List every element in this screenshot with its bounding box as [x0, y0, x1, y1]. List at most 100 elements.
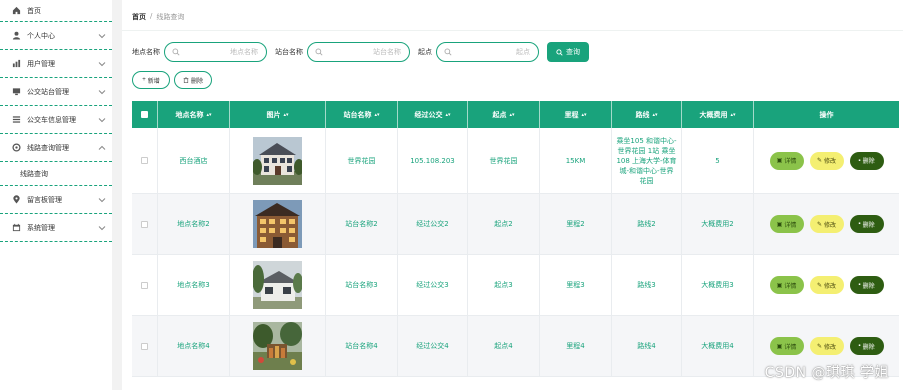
header-label: 图片	[266, 110, 281, 119]
edit-button[interactable]: ✎ 修改	[809, 337, 844, 355]
column-header[interactable]: 里程 ▴▾	[540, 101, 612, 128]
sidebar-item-route-query-management[interactable]: 线路查询管理	[0, 134, 112, 162]
house-photo[interactable]	[253, 261, 302, 309]
station-name-search	[307, 42, 410, 62]
breadcrumb-home[interactable]: 首页	[132, 12, 146, 22]
column-header[interactable]: 图片 ▴▾	[230, 101, 326, 128]
row-select-cell	[132, 255, 158, 315]
column-header[interactable]: 地点名称 ▴▾	[158, 101, 230, 128]
place-name-input[interactable]	[173, 48, 266, 56]
mileage-cell: 里程4	[540, 316, 612, 376]
sort-icon: ▴▾	[445, 111, 451, 118]
route-cell: 路线2	[612, 194, 682, 254]
edit-button[interactable]: ✎ 修改	[809, 276, 844, 294]
select-all-cell	[132, 101, 158, 128]
search-icon	[444, 48, 452, 56]
mileage-cell: 15KM	[540, 128, 612, 193]
delete-label: 删除	[862, 283, 875, 290]
trash-icon	[183, 77, 189, 83]
sidebar-item-home[interactable]: 首页	[0, 0, 112, 22]
sort-icon: ▴▾	[283, 111, 289, 118]
place-cell: 地点名称2	[158, 194, 230, 254]
sidebar-item-user-management[interactable]: 用户管理	[0, 50, 112, 78]
detail-icon: ▣	[776, 158, 783, 164]
detail-label: 详情	[784, 222, 797, 229]
delete-button-label: 删除	[190, 78, 203, 85]
select-all-checkbox[interactable]	[141, 111, 148, 118]
actions-cell: ▣ 详情 ✎ 修改 ▪ 删除	[754, 128, 899, 193]
add-button-label: 新增	[147, 78, 160, 85]
query-button-label: 查询	[566, 49, 580, 56]
column-header[interactable]: 站台名称 ▴▾	[326, 101, 398, 128]
delete-label: 删除	[862, 159, 875, 165]
mileage-cell: 里程3	[540, 255, 612, 315]
table-header: 地点名称 ▴▾ 图片 ▴▾ 站台名称 ▴▾ 经过公交 ▴▾ 起点 ▴▾ 里程 ▴▾ 路线 ▴▾…	[132, 101, 899, 128]
edit-button[interactable]: ✎ 修改	[809, 151, 844, 170]
bus-cell: 经过公交3	[398, 255, 468, 315]
detail-button[interactable]: ▣ 详情	[769, 215, 804, 233]
bus-cell: 经过公交2	[398, 194, 468, 254]
sidebar-item-bus-info-management[interactable]: 公交车信息管理	[0, 106, 112, 134]
header-label: 路线	[635, 110, 650, 119]
breadcrumb-current: 线路查询	[156, 13, 185, 21]
cost-cell: 大概费用2	[682, 194, 754, 254]
detail-button[interactable]: ▣ 详情	[769, 276, 804, 294]
place-cell: 地点名称3	[158, 255, 230, 315]
column-header[interactable]: 起点 ▴▾	[468, 101, 540, 128]
garden-photo[interactable]	[253, 322, 302, 370]
sort-icon: ▴▾	[206, 111, 212, 118]
divider	[122, 30, 903, 31]
list-icon	[12, 115, 21, 124]
watermark: CSDN @琪琪 学姐	[764, 365, 889, 381]
building-photo[interactable]	[253, 200, 302, 248]
image-cell	[230, 316, 326, 376]
column-header[interactable]: 路线 ▴▾	[612, 101, 682, 128]
detail-button[interactable]: ▣ 详情	[769, 151, 804, 170]
station-name-input[interactable]	[316, 48, 409, 56]
chevron-up-icon	[98, 145, 106, 150]
sidebar-item-label: 线路查询管理	[27, 143, 69, 152]
row-checkbox[interactable]	[141, 281, 148, 289]
delete-button[interactable]: ▪ 删除	[849, 151, 884, 170]
row-checkbox[interactable]	[141, 220, 148, 228]
mileage-cell: 里程2	[540, 194, 612, 254]
column-header[interactable]: 经过公交 ▴▾	[398, 101, 468, 128]
edit-button[interactable]: ✎ 修改	[809, 215, 844, 233]
delete-button[interactable]: ▪ 删除	[849, 215, 884, 233]
chevron-down-icon	[98, 198, 106, 203]
header-label: 操作	[819, 110, 834, 119]
sidebar-item-station-management[interactable]: 公交站台管理	[0, 78, 112, 106]
sidebar-subitem-route-query[interactable]: 线路查询	[0, 162, 112, 186]
query-button[interactable]: 查询	[547, 42, 589, 62]
sidebar-item-message-board-management[interactable]: 留言板管理	[0, 186, 112, 214]
bus-cell: 105.108.203	[398, 128, 468, 193]
row-checkbox[interactable]	[141, 157, 148, 164]
start-cell: 世界花园	[468, 128, 540, 193]
sidebar-item-personal-center[interactable]: 个人中心	[0, 22, 112, 50]
header-label: 站台名称	[343, 110, 372, 119]
calendar-icon	[12, 223, 21, 232]
delete-button[interactable]: ▪ 删除	[849, 337, 884, 355]
row-checkbox[interactable]	[141, 342, 148, 350]
plus-icon: +	[142, 77, 146, 83]
delete-button[interactable]: ▪ 删除	[849, 276, 884, 294]
start-point-input[interactable]	[445, 48, 538, 56]
add-button[interactable]: + 新增	[132, 71, 170, 89]
detail-button[interactable]: ▣ 详情	[769, 337, 804, 355]
edit-icon: ✎	[816, 158, 822, 164]
column-header[interactable]: 大概费用 ▴▾	[682, 101, 754, 128]
start-cell: 起点2	[468, 194, 540, 254]
edit-icon: ✎	[816, 221, 822, 228]
gear-icon	[12, 143, 21, 152]
search-bar: 地点名称 站台名称 起点 查询	[132, 41, 589, 63]
actions-cell: ▣ 详情 ✎ 修改 ▪ 删除	[754, 194, 899, 254]
start-cell: 起点3	[468, 255, 540, 315]
place-cell: 地点名称4	[158, 316, 230, 376]
search-icon	[315, 48, 323, 56]
sidebar-item-system-management[interactable]: 系统管理	[0, 214, 112, 242]
hotel-photo[interactable]	[253, 136, 302, 185]
actions-cell: ▣ 详情 ✎ 修改 ▪ 删除	[754, 255, 899, 315]
start-point-label: 起点	[418, 48, 432, 56]
batch-delete-button[interactable]: 删除	[174, 71, 212, 89]
chevron-down-icon	[98, 118, 106, 123]
